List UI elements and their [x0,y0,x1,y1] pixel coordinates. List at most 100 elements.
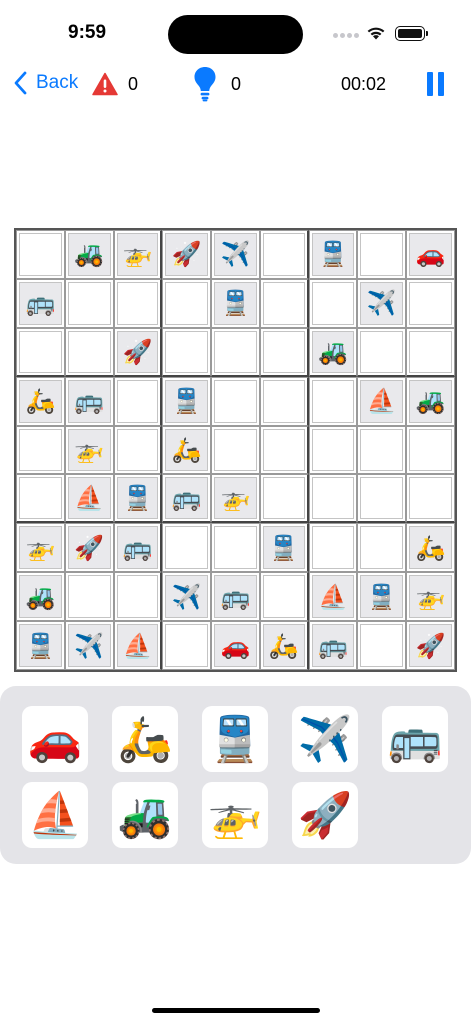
board-cell-r5-c7[interactable] [308,425,358,475]
board-cell-r8-c9[interactable]: 🚁 [406,572,455,622]
board-cell-r3-c1[interactable] [16,327,65,377]
board-cell-r5-c6[interactable] [259,425,309,475]
board-cell-r9-c6[interactable]: 🛵 [259,621,309,670]
board-cell-r2-c6[interactable] [259,278,309,328]
board-cell-r4-c8[interactable]: ⛵ [357,376,407,426]
board-cell-r4-c2[interactable]: 🚌 [64,376,114,426]
board-cell-r8-c5[interactable]: 🚌 [211,572,260,622]
back-button[interactable]: Back [12,70,78,96]
board-cell-r5-c9[interactable] [406,425,455,475]
board-cell-r9-c1[interactable]: 🚆 [16,621,65,670]
board-cell-r5-c5[interactable] [211,425,260,475]
palette-rocket-button[interactable]: 🚀 [292,782,358,848]
board-cell-r2-c4[interactable] [162,278,212,328]
board-cell-r1-c9[interactable]: 🚗 [406,230,455,279]
board-cell-r3-c2[interactable] [64,327,114,377]
bus-icon: 🚌 [318,631,348,660]
board-cell-r4-c4[interactable]: 🚆 [162,376,212,426]
board-cell-r1-c1[interactable] [16,230,65,279]
board-cell-r9-c7[interactable]: 🚌 [308,621,358,670]
board-cell-r7-c3[interactable]: 🚌 [113,523,163,573]
board-cell-r2-c8[interactable]: ✈️ [357,278,407,328]
board-cell-r6-c6[interactable] [259,474,309,524]
board-cell-r6-c5[interactable]: 🚁 [211,474,260,524]
board-cell-r2-c5[interactable]: 🚆 [211,278,260,328]
board-cell-r4-c9[interactable]: 🚜 [406,376,455,426]
board-cell-r7-c8[interactable] [357,523,407,573]
board-cell-r6-c2[interactable]: ⛵ [64,474,114,524]
board-cell-r7-c1[interactable]: 🚁 [16,523,65,573]
board-cell-r4-c5[interactable] [211,376,260,426]
board-cell-r6-c1[interactable] [16,474,65,524]
car-icon: 🚗 [415,240,446,269]
board-cell-r9-c8[interactable] [357,621,407,670]
wifi-icon [367,27,385,40]
board-cell-r7-c7[interactable] [308,523,358,573]
board-cell-r8-c2[interactable] [64,572,114,622]
board-cell-r5-c1[interactable] [16,425,65,475]
palette-car-button[interactable]: 🚗 [22,706,88,772]
board-cell-r8-c6[interactable] [259,572,309,622]
board-cell-r7-c5[interactable] [211,523,260,573]
board-cell-r5-c8[interactable] [357,425,407,475]
palette-scooter-button[interactable]: 🛵 [112,706,178,772]
board-cell-r6-c7[interactable] [308,474,358,524]
board-cell-r3-c6[interactable] [259,327,309,377]
board-cell-r9-c2[interactable]: ✈️ [64,621,114,670]
board-cell-r9-c3[interactable]: ⛵ [113,621,163,670]
board-cell-r8-c1[interactable]: 🚜 [16,572,65,622]
train-icon: 🚆 [318,240,348,269]
board-cell-r3-c7[interactable]: 🚜 [308,327,358,377]
board-cell-r6-c9[interactable] [406,474,455,524]
board-cell-r1-c8[interactable] [357,230,407,279]
board-cell-r2-c7[interactable] [308,278,358,328]
board-cell-r8-c7[interactable]: ⛵ [308,572,358,622]
board-cell-r3-c5[interactable] [211,327,260,377]
board-cell-r4-c1[interactable]: 🛵 [16,376,65,426]
board-cell-r5-c3[interactable] [113,425,163,475]
board-cell-r1-c3[interactable]: 🚁 [113,230,163,279]
board-cell-r6-c4[interactable]: 🚌 [162,474,212,524]
palette-sailboat-button[interactable]: ⛵ [22,782,88,848]
board-cell-r2-c2[interactable] [64,278,114,328]
board-cell-r1-c5[interactable]: ✈️ [211,230,260,279]
scooter-icon: 🛵 [268,631,299,660]
board-cell-r6-c3[interactable]: 🚆 [113,474,163,524]
board-cell-r7-c6[interactable]: 🚆 [259,523,309,573]
board-cell-r7-c2[interactable]: 🚀 [64,523,114,573]
palette-bus-button[interactable]: 🚌 [382,706,448,772]
board-cell-r3-c4[interactable] [162,327,212,377]
board-cell-r1-c4[interactable]: 🚀 [162,230,212,279]
palette-helicopter-button[interactable]: 🚁 [202,782,268,848]
board-cell-r2-c1[interactable]: 🚌 [16,278,65,328]
board-cell-r8-c4[interactable]: ✈️ [162,572,212,622]
board-cell-r1-c2[interactable]: 🚜 [64,230,114,279]
board-cell-r8-c3[interactable] [113,572,163,622]
palette-train-button[interactable]: 🚆 [202,706,268,772]
board-cell-r5-c4[interactable]: 🛵 [162,425,212,475]
palette-plane-button[interactable]: ✈️ [292,706,358,772]
board-cell-r3-c9[interactable] [406,327,455,377]
board-cell-r3-c3[interactable]: 🚀 [113,327,163,377]
board-cell-r9-c5[interactable]: 🚗 [211,621,260,670]
board-cell-r4-c6[interactable] [259,376,309,426]
board-cell-r2-c9[interactable] [406,278,455,328]
board-cell-r3-c8[interactable] [357,327,407,377]
board-cell-r1-c7[interactable]: 🚆 [308,230,358,279]
board-cell-r9-c4[interactable] [162,621,212,670]
board-cell-r2-c3[interactable] [113,278,163,328]
tractor-icon: 🚜 [415,387,446,416]
board-cell-r7-c9[interactable]: 🛵 [406,523,455,573]
board-cell-r6-c8[interactable] [357,474,407,524]
board-cell-r4-c3[interactable] [113,376,163,426]
palette-tractor-button[interactable]: 🚜 [112,782,178,848]
hint-button[interactable]: 0 [193,66,241,102]
pause-icon-left-bar [427,72,433,96]
board-cell-r1-c6[interactable] [259,230,309,279]
board-cell-r5-c2[interactable]: 🚁 [64,425,114,475]
board-cell-r7-c4[interactable] [162,523,212,573]
pause-button[interactable] [427,72,447,96]
board-cell-r9-c9[interactable]: 🚀 [406,621,455,670]
board-cell-r4-c7[interactable] [308,376,358,426]
board-cell-r8-c8[interactable]: 🚆 [357,572,407,622]
